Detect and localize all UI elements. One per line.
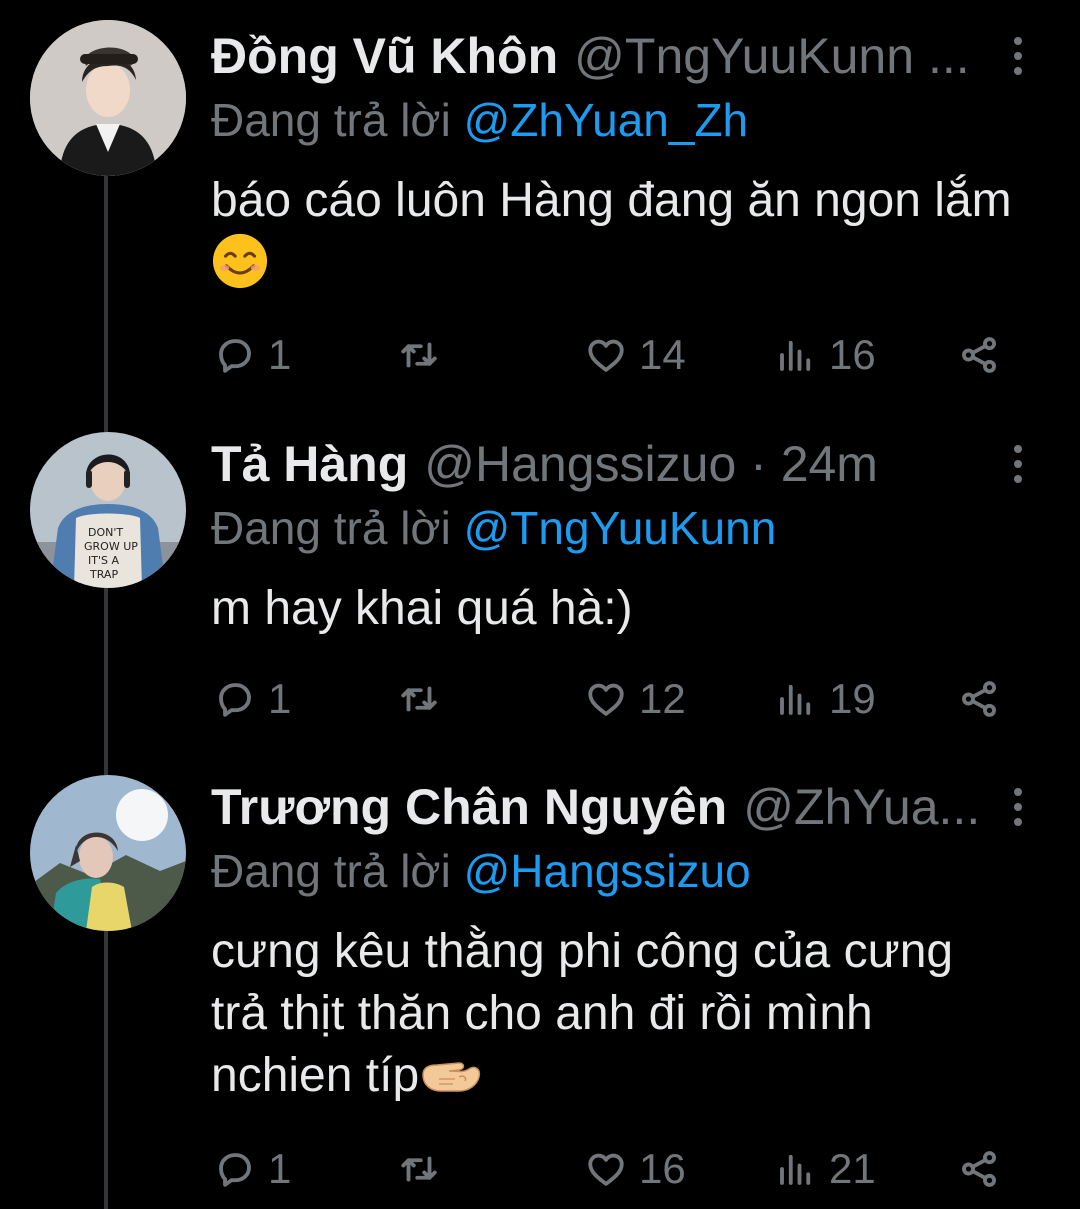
reply-button[interactable]: 1: [214, 669, 291, 729]
reply-prefix: Đang trả lời: [211, 845, 451, 897]
replying-to: Đang trả lời @Hangssizuo: [211, 843, 751, 899]
tweet[interactable]: DON'T GROW UP IT'S A TRAP Tả Hàng @Hangs…: [0, 410, 1080, 755]
tweet-actions: 1 14 16: [0, 325, 1080, 385]
replying-to: Đang trả lời @ZhYuan_Zh: [211, 92, 748, 148]
views-icon: [780, 684, 811, 715]
tweet-actions: 1 16 21: [0, 1139, 1080, 1199]
retweet-button[interactable]: [398, 1139, 440, 1199]
svg-text:DON'T: DON'T: [88, 526, 123, 539]
heart-icon: [588, 683, 624, 716]
tweet-header: Đồng Vũ Khôn @TngYuuKunn ...: [211, 26, 990, 86]
share-button[interactable]: [958, 1139, 1000, 1199]
user-handle[interactable]: @TngYuuKunn ...: [574, 26, 969, 86]
share-icon: [962, 337, 996, 373]
like-button[interactable]: 14: [585, 325, 686, 385]
reply-count: 1: [268, 675, 292, 722]
tweet[interactable]: Trương Chân Nguyên @ZhYua... Đang trả lờ…: [0, 755, 1080, 1209]
tweet-text: cưng kêu thằng phi công của cưng trả thị…: [211, 921, 1001, 1107]
display-name[interactable]: Đồng Vũ Khôn: [211, 26, 558, 86]
views-count: 19: [829, 675, 876, 722]
pinching-hand-emoji: [422, 1062, 481, 1092]
tweet-body: m hay khai quá hà:): [211, 582, 633, 635]
like-count: 12: [639, 675, 686, 722]
tweet-header: Tả Hàng @Hangssizuo · 24m: [211, 434, 990, 494]
views-icon: [780, 1154, 811, 1185]
reply-mention-link[interactable]: @ZhYuan_Zh: [464, 94, 749, 146]
retweet-icon: [401, 342, 437, 368]
retweet-icon: [401, 686, 437, 712]
share-icon: [962, 1151, 996, 1187]
views-button[interactable]: 21: [775, 1139, 876, 1199]
like-count: 16: [639, 1145, 686, 1192]
share-button[interactable]: [958, 669, 1000, 729]
share-icon: [962, 681, 996, 717]
display-name[interactable]: Tả Hàng: [211, 434, 408, 494]
views-count: 21: [829, 1145, 876, 1192]
svg-text:TRAP: TRAP: [89, 568, 118, 581]
avatar[interactable]: [30, 20, 186, 176]
retweet-button[interactable]: [398, 325, 440, 385]
smiling-face-emoji: [212, 233, 268, 289]
reply-button[interactable]: 1: [214, 1139, 291, 1199]
retweet-button[interactable]: [398, 669, 440, 729]
retweet-icon: [401, 1156, 437, 1182]
reply-mention-link[interactable]: @Hangssizuo: [464, 845, 751, 897]
svg-text:IT'S A: IT'S A: [88, 554, 119, 567]
like-button[interactable]: 16: [585, 1139, 686, 1199]
heart-icon: [588, 339, 624, 372]
tweet-text: m hay khai quá hà:): [211, 578, 1031, 640]
tweet-actions: 1 12 19: [0, 669, 1080, 729]
heart-icon: [588, 1153, 624, 1186]
share-button[interactable]: [958, 325, 1000, 385]
tweet-body: cưng kêu thằng phi công của cưng trả thị…: [211, 925, 967, 1102]
reply-prefix: Đang trả lời: [211, 94, 451, 146]
more-icon[interactable]: [1000, 777, 1036, 837]
like-count: 14: [639, 331, 686, 378]
reply-count: 1: [268, 331, 292, 378]
reply-icon: [219, 1153, 251, 1187]
reply-button[interactable]: 1: [214, 325, 291, 385]
views-icon: [780, 340, 811, 371]
avatar[interactable]: [30, 775, 186, 931]
tweet-text: báo cáo luôn Hàng đang ăn ngon lắm: [211, 170, 1031, 294]
views-button[interactable]: 16: [775, 325, 876, 385]
reply-count: 1: [268, 1145, 292, 1192]
more-icon[interactable]: [1000, 434, 1036, 494]
reply-icon: [219, 339, 251, 373]
user-handle[interactable]: @ZhYua...: [743, 777, 980, 837]
views-count: 16: [829, 331, 876, 378]
tweet-header: Trương Chân Nguyên @ZhYua...: [211, 777, 990, 837]
like-button[interactable]: 12: [585, 669, 686, 729]
reply-prefix: Đang trả lời: [211, 502, 451, 554]
reply-icon: [219, 683, 251, 717]
svg-text:GROW UP: GROW UP: [84, 540, 138, 553]
reply-mention-link[interactable]: @TngYuuKunn: [464, 502, 777, 554]
display-name[interactable]: Trương Chân Nguyên: [211, 777, 727, 837]
more-icon[interactable]: [1000, 26, 1036, 86]
views-button[interactable]: 19: [775, 669, 876, 729]
avatar[interactable]: DON'T GROW UP IT'S A TRAP: [30, 432, 186, 588]
tweet[interactable]: Đồng Vũ Khôn @TngYuuKunn ... Đang trả lờ…: [0, 0, 1080, 410]
user-handle[interactable]: @Hangssizuo · 24m: [424, 434, 878, 494]
replying-to: Đang trả lời @TngYuuKunn: [211, 500, 776, 556]
tweet-body: báo cáo luôn Hàng đang ăn ngon lắm: [211, 174, 1012, 227]
